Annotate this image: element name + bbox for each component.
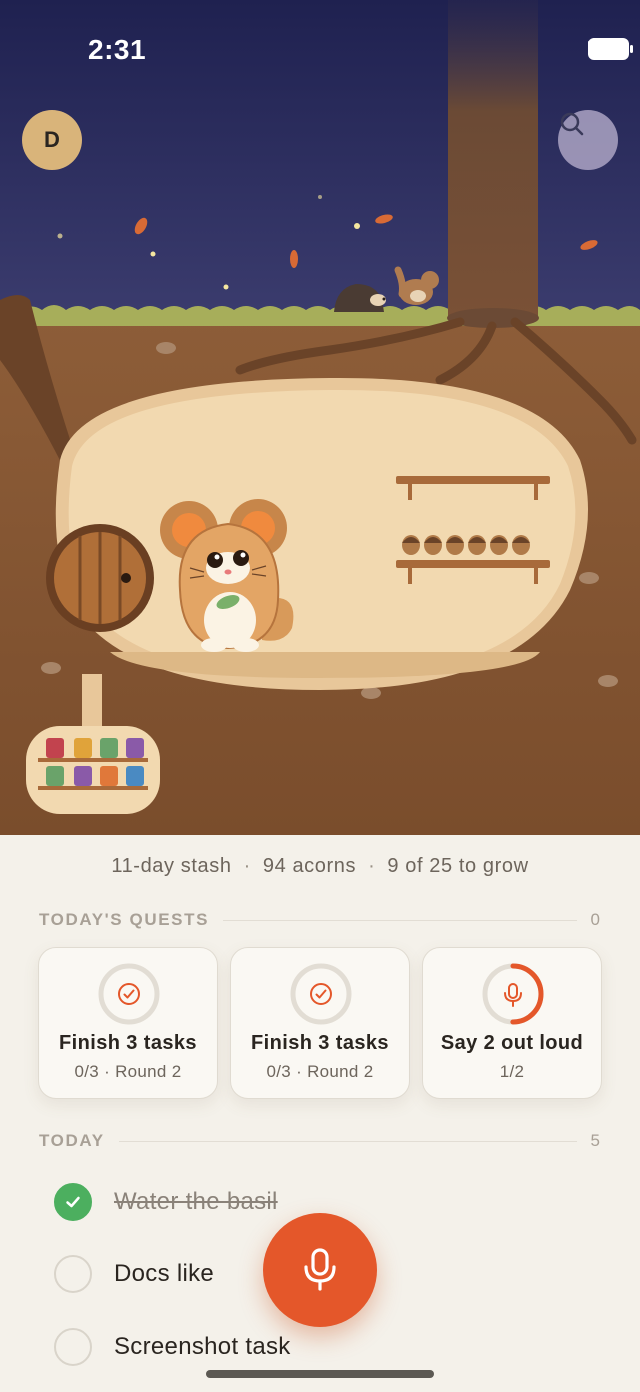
- quest-subtitle: 0/3 · Round 2: [266, 1062, 374, 1081]
- task-checkbox[interactable]: [54, 1328, 92, 1366]
- quest-subtitle: 1/2: [499, 1062, 525, 1081]
- task-item[interactable]: Docs like: [54, 1255, 214, 1293]
- quest-subtitle: 0/3 · Round 2: [74, 1062, 182, 1081]
- quest-card[interactable]: Finish 3 tasks 0/3 · Round 2: [230, 947, 410, 1099]
- burrow-illustration: [0, 0, 640, 835]
- home-indicator[interactable]: [206, 1370, 434, 1378]
- today-section-header: TODAY 5: [39, 1131, 600, 1151]
- task-checkbox[interactable]: [54, 1183, 92, 1221]
- quests-section-header: TODAY'S QUESTS 0: [39, 910, 600, 930]
- burrow-door: [46, 524, 154, 632]
- quest-card[interactable]: Say 2 out loud 1/2: [422, 947, 602, 1099]
- task-item[interactable]: Screenshot task: [54, 1328, 291, 1366]
- quest-cards: Finish 3 tasks 0/3 · Round 2 Finish 3 ta…: [38, 947, 602, 1099]
- mic-icon: [504, 983, 522, 1007]
- section-divider: [223, 919, 577, 921]
- streak-stat: 11-day stash: [111, 855, 232, 877]
- voice-capture-button[interactable]: [263, 1213, 377, 1327]
- task-label: Docs like: [114, 1260, 215, 1287]
- check-circle-icon: [310, 983, 332, 1005]
- acorn-count-stat: 94 acorns: [262, 855, 357, 877]
- quest-title: Say 2 out loud: [440, 1032, 584, 1054]
- mic-icon: [304, 1248, 336, 1291]
- quest-card[interactable]: Finish 3 tasks 0/3 · Round 2: [38, 947, 218, 1099]
- bottom-panel: 11-day stash · 94 acorns · 9 of 25 to grow T…: [0, 835, 640, 1392]
- checkmark-icon: [66, 1196, 80, 1208]
- quest-title: Finish 3 tasks: [59, 1032, 197, 1054]
- check-circle-icon: [118, 983, 140, 1005]
- search-icon: [560, 112, 584, 136]
- profile-avatar[interactable]: D: [22, 110, 82, 170]
- search-button[interactable]: [558, 110, 618, 170]
- quests-section-title: TODAY'S QUESTS: [39, 910, 210, 929]
- today-section-title: TODAY: [39, 1131, 105, 1150]
- task-item[interactable]: Water the basil: [54, 1183, 278, 1221]
- task-checkbox[interactable]: [54, 1255, 92, 1293]
- task-label: Water the basil: [114, 1188, 278, 1215]
- burrow-scene: 2:31 D: [0, 0, 640, 835]
- task-label: Screenshot task: [114, 1333, 291, 1360]
- today-count: 5: [590, 1131, 600, 1150]
- stash-stats: 11-day stash · 94 acorns · 9 of 25 to grow: [111, 855, 529, 877]
- quest-title: Finish 3 tasks: [251, 1032, 389, 1054]
- quests-count: 0: [590, 910, 600, 929]
- section-divider: [118, 1140, 577, 1142]
- grow-progress-stat: 9 of 25 to grow: [387, 855, 529, 877]
- battery-icon: [588, 38, 633, 60]
- status-time: 2:31: [88, 34, 147, 65]
